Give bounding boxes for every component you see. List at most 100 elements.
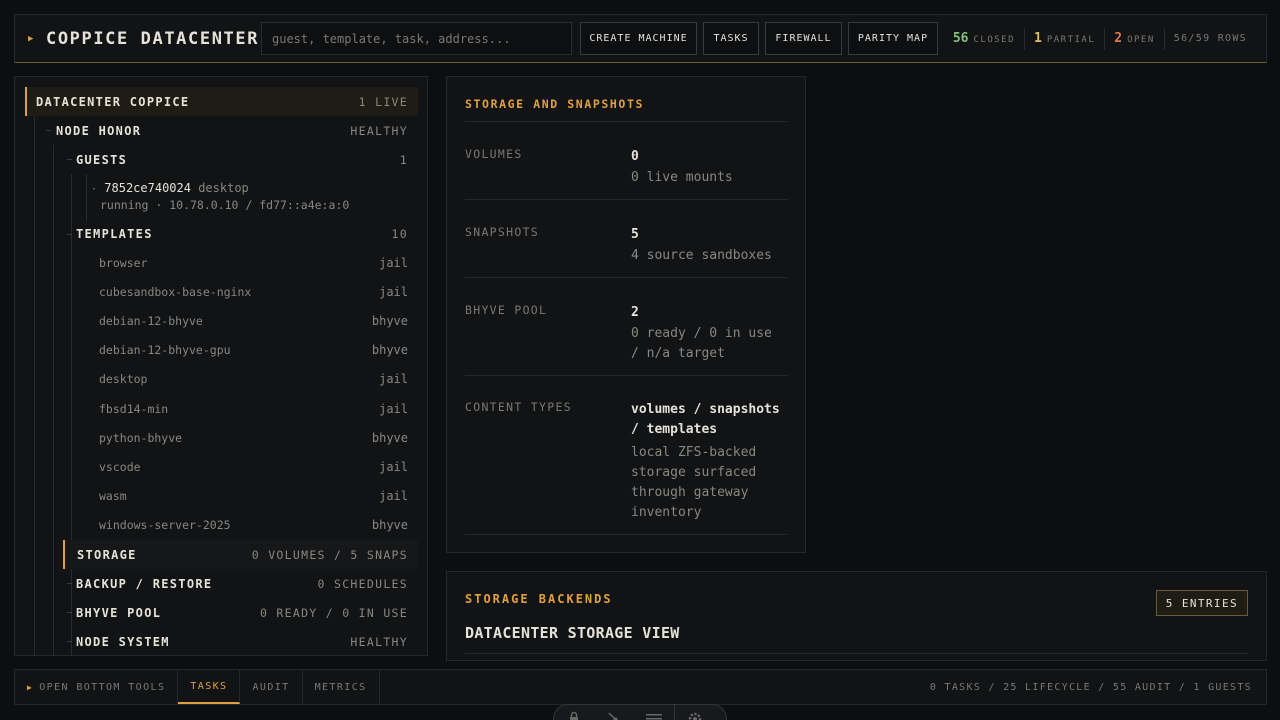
tree-backup-restore[interactable]: BACKUP / RESTORE 0 SCHEDULES bbox=[76, 569, 418, 598]
stat-row-volumes: VOLUMES 0 0 live mounts bbox=[465, 147, 788, 205]
template-type: jail bbox=[379, 372, 408, 387]
tree-root-label: DATACENTER COPPICE bbox=[36, 94, 190, 109]
template-name: fbsd14-min bbox=[99, 401, 169, 416]
tree-bhyve-pool[interactable]: BHYVE POOL 0 READY / 0 IN USE bbox=[76, 598, 418, 627]
divider bbox=[465, 375, 788, 376]
bottom-tools-bar: ▶ OPEN BOTTOM TOOLS TASKS AUDIT METRICS … bbox=[14, 669, 1267, 705]
tree-templates-value: 10 bbox=[391, 226, 408, 241]
stat-open-count: 2 bbox=[1114, 30, 1123, 46]
tree-dash bbox=[67, 612, 72, 613]
storage-backends-card: STORAGE BACKENDS DATACENTER STORAGE VIEW… bbox=[446, 571, 1267, 661]
tree-dash bbox=[46, 130, 51, 131]
guest-status: running · 10.78.0.10 / fd77::a4e:a:0 bbox=[100, 198, 350, 212]
template-type: jail bbox=[379, 255, 408, 270]
tree-guests-value: 1 bbox=[399, 152, 408, 167]
stat-value: 2 bbox=[631, 305, 639, 320]
tree-guests-label: GUESTS bbox=[76, 152, 128, 167]
template-item[interactable]: debian-12-bhyve-gpu bhyve bbox=[99, 336, 418, 365]
tree-dash bbox=[67, 234, 72, 235]
status-summary: 56 CLOSED 1 PARTIAL 2 OPEN 56/59 ROWS bbox=[944, 15, 1256, 62]
tree-root-datacenter[interactable]: DATACENTER COPPICE 1 LIVE bbox=[25, 87, 418, 116]
template-type: jail bbox=[379, 459, 408, 474]
tree-storage-value: 0 VOLUMES / 5 SNAPS bbox=[251, 547, 408, 562]
parity-map-button[interactable]: PARITY MAP bbox=[848, 22, 938, 55]
template-name: cubesandbox-base-nginx bbox=[99, 284, 252, 299]
tree-storage-label: STORAGE bbox=[77, 547, 137, 562]
tree-dash bbox=[67, 641, 72, 642]
stat-closed-count: 56 bbox=[952, 30, 969, 46]
guest-item[interactable]: · 7852ce740024 desktop running · 10.78.0… bbox=[91, 181, 411, 215]
resource-tree: DATACENTER COPPICE 1 LIVE NODE HONOR HEA… bbox=[14, 76, 428, 656]
template-name: debian-12-bhyve bbox=[99, 313, 203, 328]
tree-guide-line bbox=[53, 145, 54, 655]
tasks-button[interactable]: TASKS bbox=[703, 22, 759, 55]
template-name: windows-server-2025 bbox=[99, 518, 231, 533]
tree-root-value: 1 LIVE bbox=[358, 94, 408, 109]
storage-snapshots-card: STORAGE AND SNAPSHOTS VOLUMES 0 0 live m… bbox=[446, 76, 806, 553]
page-title: COPPICE DATACENTER bbox=[46, 28, 260, 49]
stat-key: SNAPSHOTS bbox=[465, 225, 540, 239]
template-item[interactable]: cubesandbox-base-nginx jail bbox=[99, 277, 418, 306]
stat-open[interactable]: 2 OPEN bbox=[1104, 27, 1164, 50]
bullet-icon: · bbox=[91, 184, 98, 195]
gear-icon[interactable] bbox=[675, 711, 715, 720]
tree-node-system[interactable]: NODE SYSTEM HEALTHY bbox=[76, 627, 418, 655]
stat-closed-label: CLOSED bbox=[973, 34, 1015, 45]
template-item[interactable]: vscode jail bbox=[99, 452, 418, 481]
stat-row-bhyve-pool: BHYVE POOL 2 0 ready / 0 in use / n/a ta… bbox=[465, 303, 788, 381]
divider bbox=[465, 653, 1248, 654]
template-item[interactable]: wasm jail bbox=[99, 482, 418, 511]
tree-backup-value: 0 SCHEDULES bbox=[317, 576, 408, 591]
stat-partial[interactable]: 1 PARTIAL bbox=[1024, 27, 1104, 50]
tree-storage[interactable]: STORAGE 0 VOLUMES / 5 SNAPS bbox=[63, 540, 418, 569]
template-name: vscode bbox=[99, 459, 141, 474]
tree-templates-label: TEMPLATES bbox=[76, 226, 153, 241]
tree-backup-label: BACKUP / RESTORE bbox=[76, 576, 213, 591]
template-item[interactable]: windows-server-2025 bhyve bbox=[99, 511, 418, 540]
stat-value: 0 bbox=[631, 149, 639, 164]
tree-dash bbox=[67, 583, 72, 584]
entries-badge: 5 ENTRIES bbox=[1155, 590, 1248, 616]
broom-icon[interactable] bbox=[594, 711, 634, 720]
divider bbox=[465, 121, 788, 122]
stat-partial-label: PARTIAL bbox=[1046, 34, 1096, 45]
stat-closed[interactable]: 56 CLOSED bbox=[944, 28, 1024, 50]
tree-system-label: NODE SYSTEM bbox=[76, 634, 170, 649]
firewall-button[interactable]: FIREWALL bbox=[765, 22, 842, 55]
template-item[interactable]: desktop jail bbox=[99, 365, 418, 394]
tab-metrics[interactable]: METRICS bbox=[303, 670, 380, 704]
stat-key: CONTENT TYPES bbox=[465, 400, 572, 414]
guest-id: 7852ce740024 bbox=[104, 181, 191, 195]
caret-right-icon[interactable]: ▶ bbox=[28, 34, 40, 44]
tab-audit[interactable]: AUDIT bbox=[240, 670, 303, 704]
tree-guide-line bbox=[71, 248, 72, 536]
template-item[interactable]: python-bhyve bhyve bbox=[99, 423, 418, 452]
tree-node-honor[interactable]: NODE HONOR HEALTHY bbox=[56, 116, 418, 145]
lock-icon[interactable] bbox=[554, 711, 594, 720]
template-type: jail bbox=[379, 284, 408, 299]
template-name: desktop bbox=[99, 372, 148, 387]
create-machine-button[interactable]: CREATE MACHINE bbox=[580, 22, 697, 55]
template-item[interactable]: debian-12-bhyve bhyve bbox=[99, 306, 418, 335]
row-count: 56/59 ROWS bbox=[1163, 27, 1256, 50]
open-bottom-tools-button[interactable]: ▶ OPEN BOTTOM TOOLS bbox=[15, 670, 179, 704]
stat-detail: 0 ready / 0 in use / n/a target bbox=[631, 326, 772, 361]
tab-tasks[interactable]: TASKS bbox=[178, 670, 241, 704]
stat-detail: local ZFS-backed storage surfaced throug… bbox=[631, 445, 757, 520]
backends-title: STORAGE BACKENDS bbox=[465, 592, 613, 606]
template-name: browser bbox=[99, 255, 148, 270]
stat-value: volumes / snapshots / templates bbox=[631, 402, 780, 437]
divider bbox=[465, 534, 788, 535]
floating-dock bbox=[553, 704, 727, 720]
stat-value: 5 bbox=[631, 227, 639, 242]
tree-templates[interactable]: TEMPLATES 10 bbox=[76, 219, 418, 248]
tree-guests[interactable]: GUESTS 1 bbox=[76, 145, 418, 174]
top-bar: ▶ COPPICE DATACENTER CREATE MACHINE TASK… bbox=[14, 14, 1267, 63]
tree-bhyve-label: BHYVE POOL bbox=[76, 605, 162, 620]
search-input[interactable] bbox=[261, 22, 572, 55]
menu-icon[interactable] bbox=[634, 711, 674, 720]
template-item[interactable]: fbsd14-min jail bbox=[99, 394, 418, 423]
stat-row-content-types: CONTENT TYPES volumes / snapshots / temp… bbox=[465, 400, 788, 530]
template-item[interactable]: browser jail bbox=[99, 248, 418, 277]
card-title: STORAGE AND SNAPSHOTS bbox=[465, 97, 644, 111]
